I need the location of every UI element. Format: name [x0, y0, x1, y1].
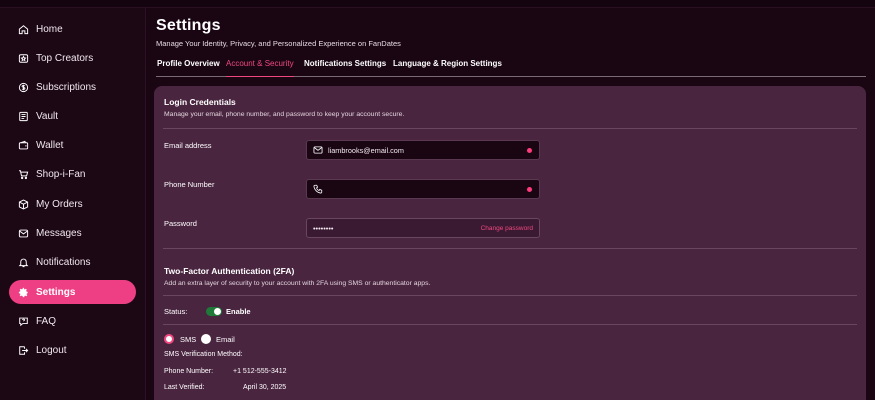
sidebar-item-label: Settings — [36, 286, 76, 298]
sidebar-item-label: Top Creators — [36, 52, 94, 64]
mail-icon — [313, 145, 323, 155]
toggle-label: Enable — [226, 307, 251, 316]
toggle-knob — [214, 308, 221, 315]
divider — [163, 295, 857, 296]
sidebar-item-logout[interactable]: Logout — [9, 338, 136, 362]
tab-language-region-settings[interactable]: Language & Region Settings — [393, 59, 502, 76]
main-content: Settings Manage Your Identity, Privacy, … — [147, 8, 875, 400]
sidebar-item-label: Messages — [36, 227, 82, 239]
twofa-phone-value: +1 512-555-3412 — [233, 368, 287, 375]
sidebar-item-subscriptions[interactable]: Subscriptions — [9, 75, 136, 99]
home-icon — [16, 22, 30, 36]
radio-email[interactable] — [201, 334, 211, 344]
bell-icon — [16, 255, 30, 269]
radio-sms[interactable] — [164, 334, 174, 344]
sidebar-item-label: Notifications — [36, 256, 91, 268]
page-title: Settings — [156, 17, 221, 34]
tab-notifications-settings[interactable]: Notifications Settings — [304, 59, 386, 76]
phone-label: Phone Number — [164, 180, 215, 189]
required-indicator-icon — [527, 187, 532, 192]
divider — [163, 128, 857, 129]
sidebar-item-label: Subscriptions — [36, 81, 97, 93]
login-credentials-title: Login Credentials — [164, 97, 236, 107]
phone-field[interactable] — [306, 179, 540, 199]
page-subtitle: Manage Your Identity, Privacy, and Perso… — [156, 39, 401, 48]
twofa-description: Add an extra layer of security to your a… — [164, 280, 431, 287]
sidebar-item-wallet[interactable]: Wallet — [9, 133, 136, 157]
password-value: •••••••• — [313, 223, 334, 233]
twofa-toggle[interactable] — [206, 307, 222, 316]
star-icon — [16, 51, 30, 65]
sms-method-label: SMS Verification Method: — [164, 351, 243, 358]
email-field[interactable]: liambrooks@email.com — [306, 140, 540, 160]
orders-icon — [16, 197, 30, 211]
sidebar-item-notifications[interactable]: Notifications — [9, 250, 136, 274]
required-indicator-icon — [527, 148, 532, 153]
subscription-icon — [16, 80, 30, 94]
tab-profile-overview[interactable]: Profile Overview — [157, 59, 220, 76]
sidebar-item-label: My Orders — [36, 198, 83, 210]
phone-icon — [313, 184, 323, 194]
password-label: Password — [164, 219, 197, 228]
sidebar-item-label: Vault — [36, 110, 59, 122]
sidebar-item-my-orders[interactable]: My Orders — [9, 192, 136, 216]
message-icon — [16, 226, 30, 240]
sidebar-item-messages[interactable]: Messages — [9, 221, 136, 245]
sidebar-item-home[interactable]: Home — [9, 17, 136, 41]
tab-account-security[interactable]: Account & Security — [226, 59, 294, 77]
wallet-icon — [16, 138, 30, 152]
email-label: Email address — [164, 141, 212, 150]
account-security-card: Login Credentials Manage your email, pho… — [154, 86, 866, 400]
sidebar-item-shop-i-fan[interactable]: Shop-i-Fan — [9, 162, 136, 186]
settings-tabs: Profile Overview Account & Security Noti… — [156, 59, 866, 77]
last-verified-label: Last Verified: — [164, 384, 205, 391]
sidebar-item-vault[interactable]: Vault — [9, 104, 136, 128]
top-bar — [0, 0, 875, 8]
status-label: Status: — [164, 307, 188, 316]
divider — [163, 324, 857, 325]
sidebar-item-label: Logout — [36, 344, 67, 356]
sidebar: Home Top Creators Subscriptions Vault Wa… — [0, 8, 146, 400]
last-verified-value: April 30, 2025 — [243, 384, 287, 391]
sidebar-item-label: Shop-i-Fan — [36, 168, 86, 180]
change-password-link[interactable]: Change password — [481, 225, 533, 232]
email-value: liambrooks@email.com — [328, 145, 404, 155]
twofa-title: Two-Factor Authentication (2FA) — [164, 266, 295, 276]
sidebar-item-label: Home — [36, 23, 63, 35]
twofa-phone-label: Phone Number: — [164, 368, 214, 375]
radio-email-label: Email — [216, 335, 235, 344]
logout-icon — [16, 343, 30, 357]
sidebar-item-label: FAQ — [36, 315, 57, 327]
faq-icon — [16, 314, 30, 328]
vault-icon — [16, 109, 30, 123]
password-field[interactable]: •••••••• Change password — [306, 218, 540, 238]
radio-sms-label: SMS — [180, 335, 197, 344]
sidebar-item-faq[interactable]: FAQ — [9, 309, 136, 333]
sidebar-item-settings[interactable]: Settings — [9, 280, 136, 304]
cart-icon — [16, 167, 30, 181]
divider — [163, 248, 857, 249]
login-credentials-description: Manage your email, phone number, and pas… — [164, 111, 405, 118]
sidebar-item-top-creators[interactable]: Top Creators — [9, 46, 136, 70]
gear-icon — [16, 285, 30, 299]
sidebar-item-label: Wallet — [36, 139, 64, 151]
